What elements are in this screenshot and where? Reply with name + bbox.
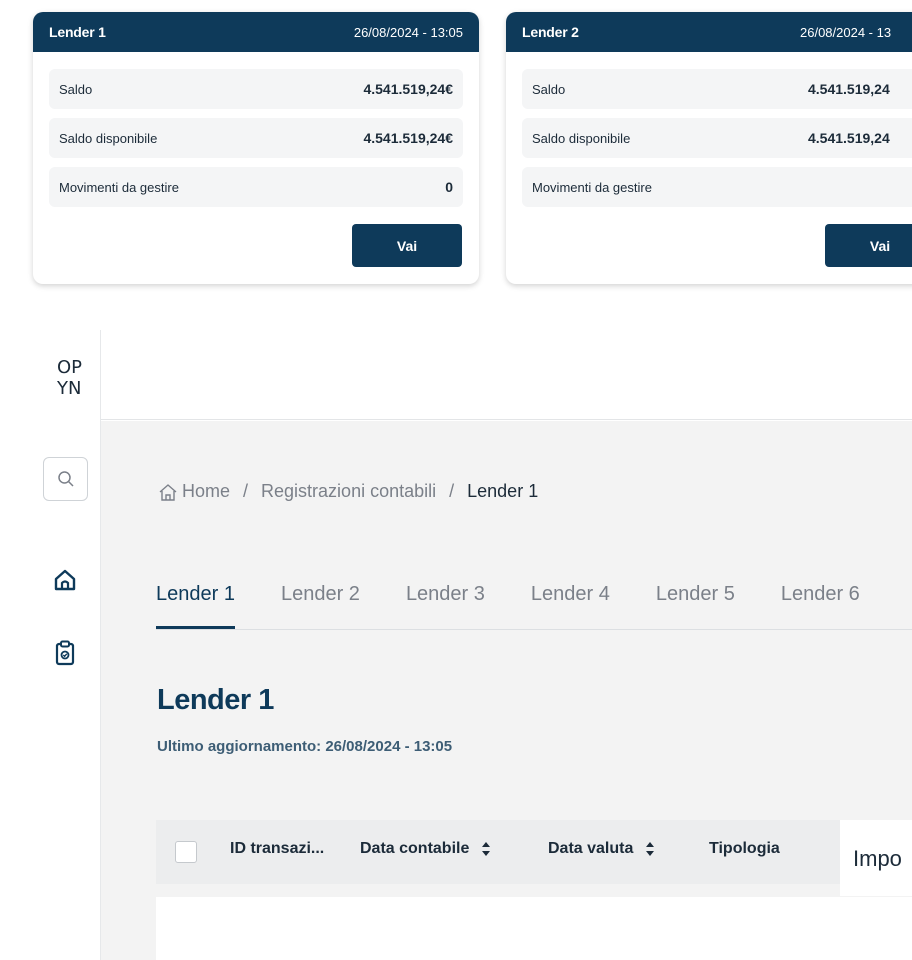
tab-lender-1[interactable]: Lender 1 <box>156 583 235 629</box>
tab-lender-5[interactable]: Lender 5 <box>656 583 735 629</box>
column-tipologia-label: Tipologia <box>709 840 780 857</box>
search-icon <box>57 471 74 487</box>
sidebar <box>0 330 101 960</box>
vai-button[interactable]: Vai <box>825 224 912 267</box>
home-outline-icon[interactable] <box>158 482 178 502</box>
movimenti-row: Movimenti da gestire <box>522 167 912 207</box>
nav-home[interactable] <box>52 567 78 593</box>
card-date: 26/08/2024 - 13 <box>800 24 892 40</box>
column-data-contabile-label: Data contabile <box>360 840 470 857</box>
movimenti-row: Movimenti da gestire 0 <box>49 167 463 207</box>
saldo-disponibile-row: Saldo disponibile 4.541.519,24€ <box>49 118 463 158</box>
card-title: Lender 2 <box>522 24 579 40</box>
breadcrumb-separator: / <box>243 481 249 501</box>
sort-icon[interactable] <box>481 840 491 858</box>
search-button[interactable] <box>43 457 88 501</box>
saldo-disponibile-label: Saldo disponibile <box>59 130 158 146</box>
clipboard-icon <box>55 640 75 666</box>
movimenti-value: 0 <box>445 179 453 195</box>
select-all-checkbox[interactable] <box>175 841 197 863</box>
card-header: Lender 1 26/08/2024 - 13:05 <box>33 12 479 52</box>
vai-button[interactable]: Vai <box>352 224 462 267</box>
card-date: 26/08/2024 - 13:05 <box>353 24 463 40</box>
saldo-disponibile-row: Saldo disponibile 4.541.519,24 <box>522 118 912 158</box>
nav-registrazioni[interactable] <box>52 640 78 666</box>
sort-icon[interactable] <box>645 840 655 858</box>
home-icon <box>54 569 76 591</box>
breadcrumb-section[interactable]: Registrazioni contabili <box>261 481 436 502</box>
logo: OP YN <box>57 357 82 398</box>
last-updated: Ultimo aggiornamento: 26/08/2024 - 13:05 <box>157 738 453 755</box>
column-id-label: ID transazi... <box>230 840 325 857</box>
column-header-data-contabile[interactable]: Data contabile <box>360 840 491 858</box>
saldo-row: Saldo 4.541.519,24 <box>522 69 912 109</box>
card-header: Lender 2 26/08/2024 - 13 <box>506 12 912 52</box>
logo-bottom-text: YN <box>57 378 81 398</box>
lender-card-2: Lender 2 26/08/2024 - 13 Saldo 4.541.519… <box>506 12 912 284</box>
page-title: Lender 1 <box>157 684 274 716</box>
lender-tabs: Lender 1 Lender 2 Lender 3 Lender 4 Lend… <box>156 583 912 630</box>
movimenti-label: Movimenti da gestire <box>532 179 652 195</box>
column-header-tipologia[interactable]: Tipologia <box>709 840 780 858</box>
column-importo-label: Impo <box>853 846 902 871</box>
saldo-row: Saldo 4.541.519,24€ <box>49 69 463 109</box>
breadcrumb-home[interactable]: Home <box>182 481 230 502</box>
lender-card-1: Lender 1 26/08/2024 - 13:05 Saldo 4.541.… <box>33 12 479 284</box>
saldo-disponibile-value: 4.541.519,24€ <box>363 130 453 146</box>
breadcrumb-current: Lender 1 <box>467 481 539 501</box>
tab-lender-3[interactable]: Lender 3 <box>406 583 485 629</box>
breadcrumb-separator: / <box>449 481 455 501</box>
movimenti-label: Movimenti da gestire <box>59 179 179 195</box>
tab-lender-6[interactable]: Lender 6 <box>781 583 860 629</box>
logo-top-text: OP <box>57 357 82 378</box>
column-header-importo[interactable]: Impo <box>853 846 902 872</box>
saldo-value: 4.541.519,24 <box>808 81 890 97</box>
saldo-disponibile-label: Saldo disponibile <box>532 130 631 146</box>
tab-lender-4[interactable]: Lender 4 <box>531 583 610 629</box>
table-row[interactable] <box>156 897 912 960</box>
card-title: Lender 1 <box>49 24 106 40</box>
saldo-disponibile-value: 4.541.519,24 <box>808 130 890 146</box>
column-header-id[interactable]: ID transazi... <box>230 840 324 858</box>
saldo-label: Saldo <box>532 81 566 97</box>
top-bar <box>101 330 912 420</box>
column-data-valuta-label: Data valuta <box>548 840 634 857</box>
tab-lender-2[interactable]: Lender 2 <box>281 583 360 629</box>
saldo-label: Saldo <box>59 81 93 97</box>
breadcrumb: Home / Registrazioni contabili / Lender … <box>158 481 538 502</box>
column-header-data-valuta[interactable]: Data valuta <box>548 840 655 858</box>
saldo-value: 4.541.519,24€ <box>363 81 453 97</box>
